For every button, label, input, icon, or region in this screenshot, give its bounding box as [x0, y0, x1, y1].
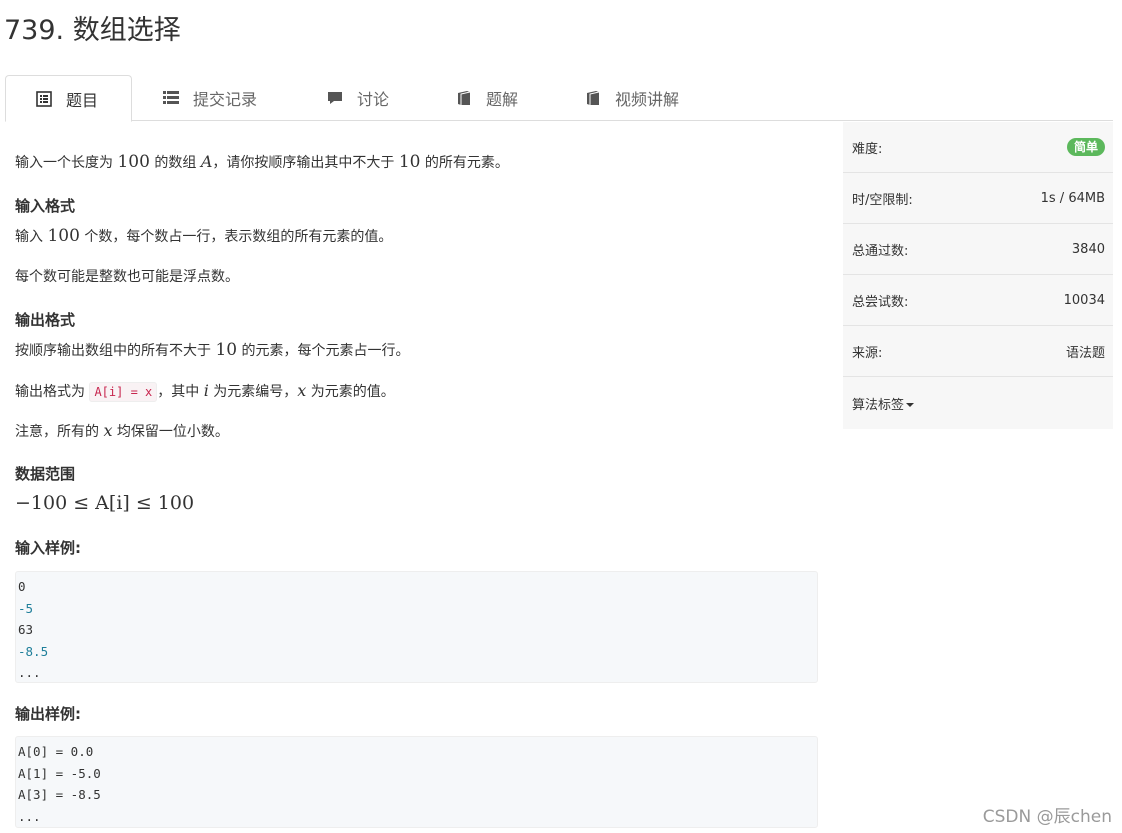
difficulty-badge: 简单 — [1066, 138, 1105, 156]
inline-code: A[i] = x — [89, 382, 158, 402]
sample-input-heading: 输入样例: — [15, 539, 81, 557]
source-value[interactable]: 语法题 — [1066, 342, 1105, 361]
comment-icon — [327, 90, 343, 106]
code-line: A[3] = -8.5 — [18, 787, 101, 802]
limit-row: 时/空限制: 1s / 64MB — [843, 173, 1113, 224]
code-line: A[0] = 0.0 — [18, 744, 94, 759]
limit-label: 时/空限制: — [852, 192, 913, 208]
text: 注意，所有的 — [15, 424, 104, 440]
tab-label: 题解 — [486, 90, 519, 109]
text: 按顺序输出数组中的所有不大于 — [15, 343, 216, 359]
code-line: -5 — [18, 600, 34, 616]
code-line: A[1] = -5.0 — [18, 765, 101, 781]
math-variable: x — [297, 381, 307, 400]
text: 为元素编号， — [208, 384, 298, 400]
tags-row[interactable]: 算法标签 — [843, 377, 1113, 429]
problem-description: 输入一个长度为 100 的数组 A，请你按顺序输出其中不大于 10 的所有元素。 — [15, 152, 509, 173]
output-format-line-1: 按顺序输出数组中的所有不大于 10 的元素，每个元素占一行。 — [15, 340, 410, 361]
tab-solutions[interactable]: 题解 — [456, 75, 518, 121]
tab-discussion[interactable]: 讨论 — [327, 75, 389, 121]
text: 为元素的值。 — [306, 384, 395, 400]
tab-label: 讨论 — [357, 90, 390, 109]
text: 的数组 — [149, 155, 201, 171]
tried-label: 总尝试数: — [852, 294, 909, 310]
sample-output-block[interactable]: A[0] = 0.0 A[1] = -5.0 A[3] = -8.5 ... — [15, 736, 818, 828]
text: 输入一个长度为 — [15, 155, 118, 171]
text: ，其中 — [157, 384, 204, 400]
math-variable: A — [200, 152, 213, 171]
text: 个数，每个数占一行，表示数组的所有元素的值。 — [79, 229, 393, 245]
tab-video[interactable]: 视频讲解 — [585, 75, 679, 121]
passed-value: 3840 — [1071, 241, 1105, 257]
text: 输入 — [15, 229, 48, 245]
list-alt-icon — [36, 90, 52, 107]
limit-value: 1s / 64MB — [1040, 190, 1105, 206]
watermark: CSDN @辰chen — [982, 807, 1112, 827]
text: 均保留一位小数。 — [112, 424, 229, 440]
data-range-formula: −100 ≤ A[i] ≤ 100 — [15, 492, 195, 514]
code-line: 63 — [18, 622, 34, 637]
text: 输出格式为 — [15, 384, 90, 400]
code-line: ... — [18, 808, 41, 824]
passed-label: 总通过数: — [852, 243, 909, 259]
output-format-line-2: 输出格式为 A[i] = x ，其中 i 为元素编号，x 为元素的值。 — [15, 381, 395, 402]
list-icon — [163, 90, 179, 106]
text: ，请你按顺序输出其中不大于 — [212, 155, 399, 171]
tried-row: 总尝试数: 10034 — [843, 275, 1113, 326]
tags-label: 算法标签 — [852, 397, 905, 413]
passed-row: 总通过数: 3840 — [843, 224, 1113, 275]
tags-toggle[interactable]: 算法标签 — [852, 394, 915, 413]
code-line: 0 — [18, 579, 26, 594]
code-line: ... — [18, 665, 41, 680]
math-number: 10 — [215, 340, 238, 360]
math-number: 100 — [47, 226, 80, 246]
sample-input-block[interactable]: 0 -5 63 -8.5 ... — [15, 571, 818, 683]
input-format-line-1: 输入 100 个数，每个数占一行，表示数组的所有元素的值。 — [15, 226, 392, 247]
book-icon — [585, 90, 601, 106]
sample-output-heading: 输出样例: — [15, 705, 81, 723]
input-format-heading: 输入格式 — [15, 197, 76, 215]
math-number: 100 — [117, 152, 150, 172]
source-label: 来源: — [852, 345, 883, 361]
caret-down-icon — [906, 403, 915, 407]
difficulty-label: 难度: — [852, 141, 883, 157]
tab-submissions[interactable]: 提交记录 — [163, 75, 257, 121]
source-row: 来源: 语法题 — [843, 326, 1113, 377]
code-line: -8.5 — [18, 643, 49, 659]
data-range-heading: 数据范围 — [15, 465, 76, 483]
tab-problem[interactable]: 题目 — [5, 75, 132, 122]
tried-value: 10034 — [1063, 292, 1105, 308]
text: 的所有元素。 — [420, 155, 509, 171]
input-format-line-2: 每个数可能是整数也可能是浮点数。 — [15, 269, 239, 285]
math-number: 10 — [398, 152, 421, 172]
tab-label: 视频讲解 — [615, 90, 680, 109]
problem-info-sidebar: 难度: 简单 时/空限制: 1s / 64MB 总通过数: 3840 总尝试数:… — [843, 122, 1113, 429]
page-title: 739. 数组选择 — [4, 15, 181, 46]
text: 的元素，每个元素占一行。 — [237, 343, 410, 359]
output-format-heading: 输出格式 — [15, 311, 76, 329]
difficulty-row: 难度: 简单 — [843, 122, 1113, 173]
tab-bar: 题目 提交记录 讨论 题解 视频讲解 — [5, 75, 1113, 122]
tab-label: 题目 — [66, 90, 99, 110]
book-icon — [456, 90, 472, 106]
output-format-line-3: 注意，所有的 x 均保留一位小数。 — [15, 421, 229, 442]
tab-label: 提交记录 — [193, 90, 258, 109]
